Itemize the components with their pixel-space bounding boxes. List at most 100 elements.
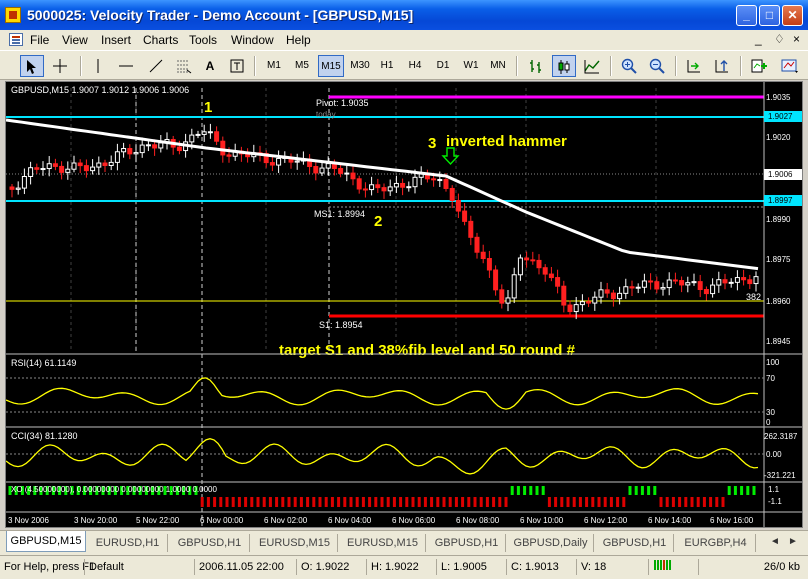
cursor-icon[interactable]	[20, 55, 44, 77]
tab-gbpusd-h1-3[interactable]: GBPUSD,H1	[596, 534, 674, 552]
timeframe-m15[interactable]: M15	[318, 55, 344, 77]
close-button[interactable]: ✕	[782, 5, 803, 26]
menu-charts[interactable]: Charts	[143, 33, 178, 47]
tab-eurusd-m15[interactable]: EURUSD,M15	[252, 534, 338, 552]
chart-window-icon[interactable]	[9, 33, 23, 46]
tab-eurusd-h1[interactable]: EURUSD,H1	[88, 534, 168, 552]
xo-bar-down	[547, 497, 551, 507]
xo-bar-down	[343, 497, 347, 507]
menu-tools[interactable]: Tools	[189, 33, 217, 47]
text-icon[interactable]: A	[200, 55, 220, 77]
candle-body	[666, 279, 672, 289]
candle-body	[145, 144, 151, 147]
candle-body	[350, 172, 356, 180]
xo-bar-up	[516, 486, 520, 495]
menu-window[interactable]: Window	[231, 33, 274, 47]
xo-bar-down	[591, 497, 595, 507]
candle-body	[34, 167, 40, 170]
candle-body	[139, 144, 145, 154]
mdi-close-button[interactable]: ×	[793, 32, 800, 46]
app-icon[interactable]	[5, 7, 21, 23]
candle-body	[52, 163, 58, 167]
vertical-line-icon[interactable]	[88, 55, 108, 77]
pivot-label: Pivot: 1.9035	[316, 98, 369, 108]
title-bar[interactable]: 5000025: Velocity Trader - Demo Account …	[0, 0, 808, 30]
xo-bar-down	[479, 497, 483, 507]
tab-eurgbp-h4[interactable]: EURGBP,H4	[676, 534, 756, 552]
xo-bar-down	[405, 497, 409, 507]
menu-view[interactable]: View	[62, 33, 88, 47]
chart-window[interactable]: GBPUSD,M15 1.9007 1.9012 1.9006 1.9006 P…	[5, 81, 803, 528]
time-tick: 6 Nov 02:00	[264, 516, 308, 525]
candle-body	[530, 259, 536, 262]
xo-bar-down	[225, 497, 229, 507]
status-traffic: 26/0 kb	[698, 559, 806, 575]
tab-scroll-left-icon[interactable]: ◄	[770, 536, 780, 547]
candle-body	[660, 287, 666, 290]
price-tick: 1.9035	[766, 93, 791, 102]
tab-gbpusd-m15[interactable]: GBPUSD,M15	[6, 531, 86, 552]
tab-gbpusd-daily[interactable]: GBPUSD,Daily	[508, 534, 594, 552]
price-chart[interactable]: GBPUSD,M15 1.9007 1.9012 1.9006 1.9006 P…	[6, 82, 802, 527]
timeframe-d1[interactable]: D1	[432, 55, 454, 77]
menu-insert[interactable]: Insert	[101, 33, 131, 47]
candle-body	[486, 258, 492, 271]
candle-body	[734, 277, 740, 283]
price-tick: 1.8990	[766, 215, 791, 224]
autoscroll-icon[interactable]	[682, 55, 706, 77]
candle-body	[648, 280, 654, 283]
xo-bar-down	[671, 497, 675, 507]
candle-body	[468, 220, 474, 238]
horizontal-line-icon[interactable]	[114, 55, 138, 77]
xo-bar-down	[380, 497, 384, 507]
tab-gbpusd-h1-2[interactable]: GBPUSD,H1	[428, 534, 506, 552]
menu-help[interactable]: Help	[286, 33, 311, 47]
candle-body	[592, 296, 598, 304]
maximize-button[interactable]: □	[759, 5, 780, 26]
timeframe-m5[interactable]: M5	[291, 55, 313, 77]
tab-gbpusd-h1[interactable]: GBPUSD,H1	[170, 534, 250, 552]
status-volume: V: 18	[576, 559, 648, 575]
timeframe-m1[interactable]: M1	[263, 55, 285, 77]
candle-body	[338, 168, 344, 174]
timeframe-w1[interactable]: W1	[460, 55, 482, 77]
fibonacci-icon[interactable]	[172, 55, 196, 77]
timeframe-mn[interactable]: MN	[487, 55, 509, 77]
trendline-icon[interactable]	[144, 55, 168, 77]
candlestick-icon[interactable]	[552, 55, 576, 77]
timeframe-h4[interactable]: H4	[404, 55, 426, 77]
indicators-icon[interactable]	[748, 55, 772, 77]
time-tick: 6 Nov 16:00	[710, 516, 754, 525]
annotation-1: 1	[204, 99, 212, 116]
tab-eurusd-m15-2[interactable]: EURUSD,M15	[340, 534, 426, 552]
zoom-in-icon[interactable]	[617, 55, 641, 77]
candle-body	[703, 289, 709, 295]
xo-bar-down	[355, 497, 359, 507]
mdi-minimize-button[interactable]: _	[755, 32, 762, 46]
xo-bar-down	[200, 497, 204, 507]
line-chart-icon[interactable]	[580, 55, 604, 77]
templates-icon[interactable]	[778, 55, 802, 77]
bar-chart-icon[interactable]	[524, 55, 548, 77]
status-high: H: 1.9022	[366, 559, 436, 575]
timeframe-m30[interactable]: M30	[349, 55, 371, 77]
minimize-button[interactable]: _	[736, 5, 757, 26]
zoom-out-icon[interactable]	[645, 55, 669, 77]
text-label-icon[interactable]	[226, 55, 248, 77]
candle-body	[722, 279, 728, 284]
price-tag-cyan-lower-text: 1.8997	[768, 196, 793, 205]
timeframe-h1[interactable]: H1	[376, 55, 398, 77]
tab-scroll-right-icon[interactable]: ►	[788, 536, 798, 547]
mdi-restore-button[interactable]: ♢	[774, 32, 785, 46]
candle-body	[393, 182, 399, 188]
candle-body	[555, 277, 561, 287]
menu-file[interactable]: File	[30, 33, 49, 47]
candle-body	[685, 282, 691, 286]
candle-body	[59, 165, 65, 173]
chart-shift-icon[interactable]	[710, 55, 734, 77]
xo-bar-down	[237, 497, 241, 507]
candle-body	[96, 162, 102, 168]
crosshair-icon[interactable]	[48, 55, 72, 77]
annotation-3: 3	[428, 135, 436, 152]
status-help: For Help, press F1	[4, 561, 96, 573]
